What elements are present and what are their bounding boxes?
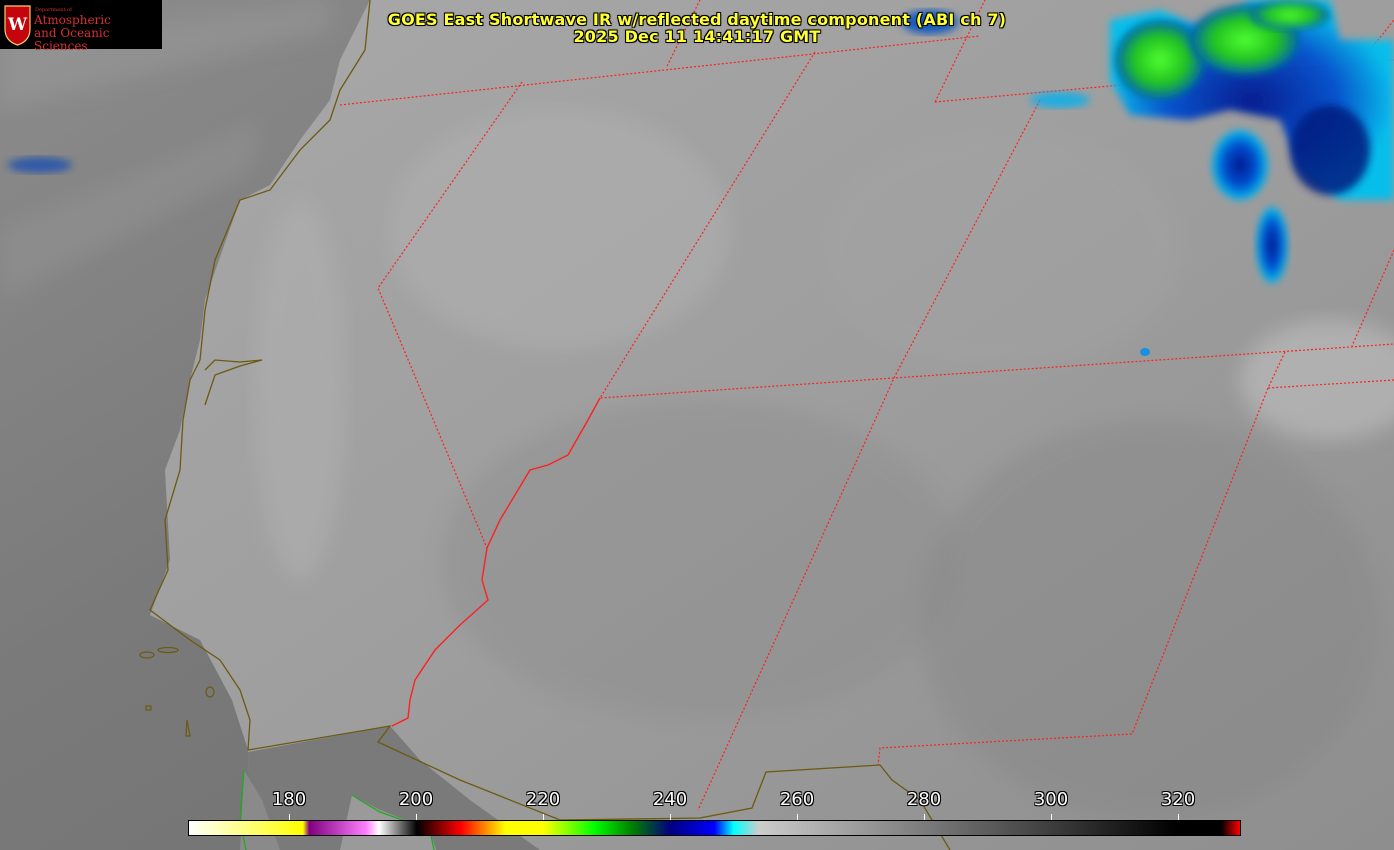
colorbar-tick-mark — [797, 814, 798, 820]
colorbar-tick-label: 260 — [779, 789, 815, 810]
colorbar-tick-label: 220 — [525, 789, 561, 810]
basin-region — [820, 130, 1180, 370]
desert-region — [390, 110, 730, 350]
aos-logo: W Department of Atmospheric and Oceanic … — [0, 0, 162, 53]
temperature-colorbar — [188, 820, 1241, 836]
colorbar-tick-mark — [416, 814, 417, 820]
colorbar-tick-mark — [670, 814, 671, 820]
cloud-fragment — [1140, 348, 1150, 356]
colorbar-tick-label: 300 — [1033, 789, 1069, 810]
colorbar-tick-mark — [289, 814, 290, 820]
colorbar-tick-label: 180 — [271, 789, 307, 810]
plains-region — [920, 420, 1380, 820]
colorbar-tick-mark — [1178, 814, 1179, 820]
uw-crest-icon: W — [4, 5, 31, 46]
cloud-fragment-west — [8, 157, 72, 173]
colorbar-tick-label: 320 — [1160, 789, 1196, 810]
svg-text:W: W — [7, 15, 28, 35]
colorbar-tick-label: 200 — [398, 789, 434, 810]
plateau-region — [440, 400, 960, 720]
colorbar-tick-mark — [1051, 814, 1052, 820]
satellite-image — [0, 0, 1394, 850]
valley-region — [255, 200, 345, 580]
image-title: GOES East Shortwave IR w/reflected dayti… — [387, 10, 1007, 29]
colorbar-tick-label: 240 — [652, 789, 688, 810]
colorbar-tick-label: 280 — [906, 789, 942, 810]
colorbar-tick-mark — [543, 814, 544, 820]
logo-line2: and Oceanic Sciences — [34, 26, 110, 53]
image-timestamp: 2025 Dec 11 14:41:17 GMT — [573, 27, 821, 46]
satellite-map-viewer: GOES East Shortwave IR w/reflected dayti… — [0, 0, 1394, 850]
colorbar-tick-mark — [924, 814, 925, 820]
